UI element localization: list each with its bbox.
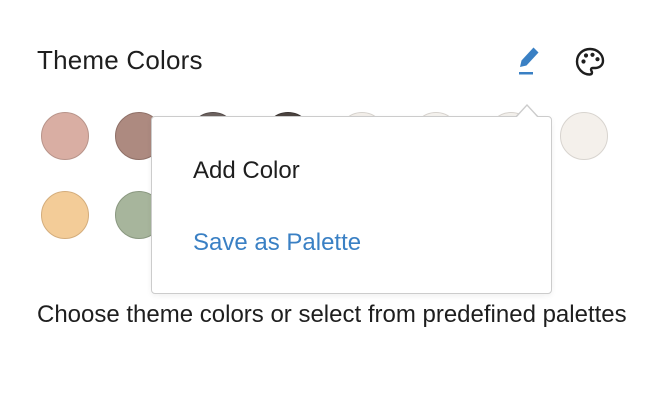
palette-icon [575, 47, 605, 76]
color-swatch[interactable] [560, 112, 608, 160]
save-as-palette-menu-item[interactable]: Save as Palette [193, 228, 361, 258]
popover-arrow [516, 106, 538, 118]
add-color-menu-item[interactable]: Add Color [193, 156, 300, 186]
color-options-popover [151, 116, 552, 294]
help-text: Choose theme colors or select from prede… [37, 301, 627, 328]
pencil-icon [519, 47, 539, 75]
color-swatch[interactable] [41, 191, 89, 239]
section-title: Theme Colors [37, 45, 203, 75]
palette-button[interactable] [570, 42, 610, 82]
color-swatch[interactable] [41, 112, 89, 160]
edit-colors-button[interactable] [506, 40, 546, 80]
